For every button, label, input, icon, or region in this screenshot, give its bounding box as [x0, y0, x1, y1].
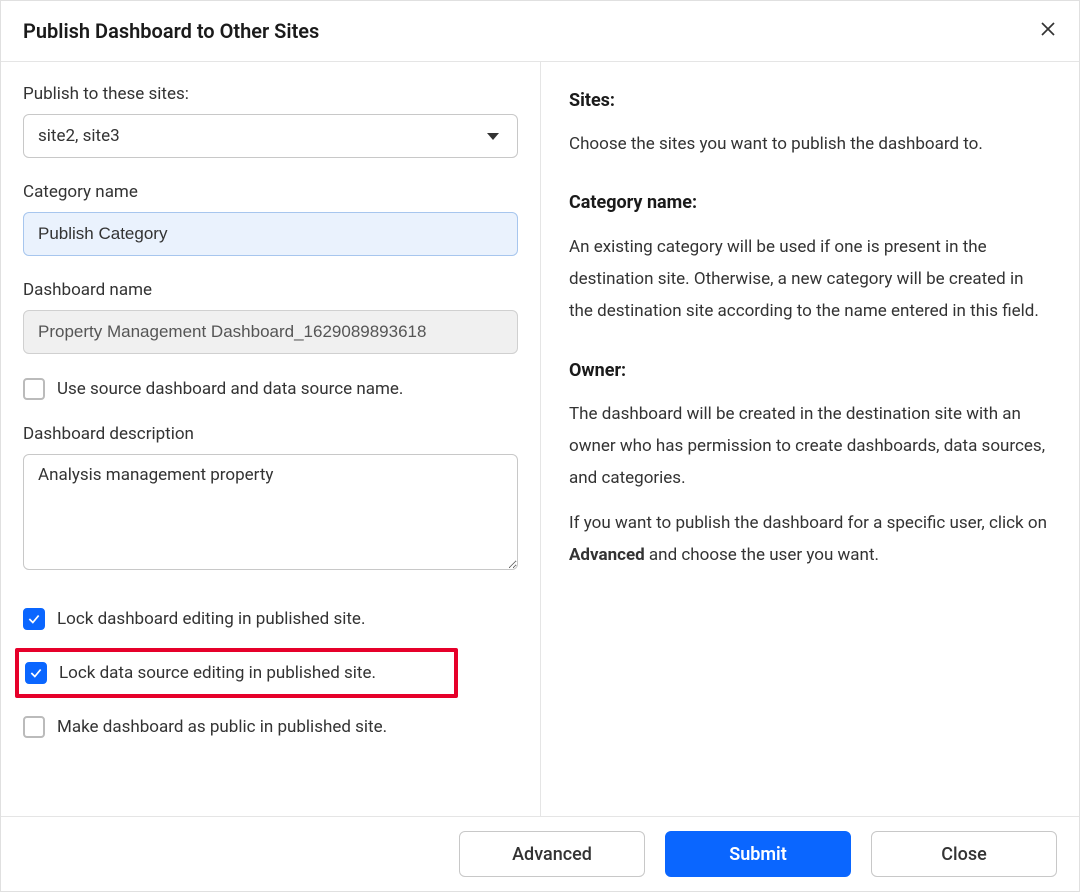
make-public-row: Make dashboard as public in published si…	[23, 710, 518, 744]
dashboard-name-label: Dashboard name	[23, 280, 518, 300]
help-owner-text2-strong: Advanced	[569, 545, 645, 565]
help-category-text: An existing category will be used if one…	[569, 231, 1049, 328]
help-sites-heading: Sites:	[569, 84, 1049, 118]
lock-datasource-highlight: Lock data source editing in published si…	[15, 648, 458, 698]
lock-datasource-checkbox[interactable]	[25, 662, 47, 684]
use-source-name-checkbox[interactable]	[23, 378, 45, 400]
help-owner-heading: Owner:	[569, 354, 1049, 388]
use-source-name-row: Use source dashboard and data source nam…	[23, 378, 518, 400]
use-source-name-label: Use source dashboard and data source nam…	[57, 379, 403, 399]
dialog-header: Publish Dashboard to Other Sites	[1, 1, 1079, 62]
make-public-checkbox[interactable]	[23, 716, 45, 738]
options-block: Lock dashboard editing in published site…	[23, 602, 518, 744]
category-group: Category name	[23, 182, 518, 256]
dialog-footer: Advanced Submit Close	[1, 816, 1079, 891]
sites-select[interactable]: site2, site3	[23, 114, 518, 158]
lock-dashboard-checkbox[interactable]	[23, 608, 45, 630]
sites-label: Publish to these sites:	[23, 84, 518, 104]
submit-button[interactable]: Submit	[665, 831, 851, 877]
help-panel: Sites: Choose the sites you want to publ…	[541, 62, 1079, 816]
help-category-heading: Category name:	[569, 186, 1049, 220]
form-panel: Publish to these sites: site2, site3 Cat…	[1, 62, 541, 816]
help-owner-text2: If you want to publish the dashboard for…	[569, 507, 1049, 572]
description-group: Dashboard description Analysis managemen…	[23, 424, 518, 574]
help-owner-text1: The dashboard will be created in the des…	[569, 398, 1049, 495]
make-public-label: Make dashboard as public in published si…	[57, 717, 387, 737]
help-sites-text: Choose the sites you want to publish the…	[569, 128, 1049, 160]
close-button[interactable]: Close	[871, 831, 1057, 877]
lock-dashboard-label: Lock dashboard editing in published site…	[57, 609, 365, 629]
description-textarea[interactable]: Analysis management property	[23, 454, 518, 570]
advanced-button[interactable]: Advanced	[459, 831, 645, 877]
category-label: Category name	[23, 182, 518, 202]
lock-datasource-row: Lock data source editing in published si…	[25, 662, 448, 684]
lock-dashboard-row: Lock dashboard editing in published site…	[23, 602, 518, 636]
help-owner-text2-pre: If you want to publish the dashboard for…	[569, 513, 1047, 533]
sites-group: Publish to these sites: site2, site3	[23, 84, 518, 158]
description-label: Dashboard description	[23, 424, 518, 444]
dashboard-name-group: Dashboard name	[23, 280, 518, 354]
lock-datasource-label: Lock data source editing in published si…	[59, 663, 376, 683]
close-icon[interactable]	[1039, 20, 1057, 42]
dashboard-name-input	[23, 310, 518, 354]
dialog-body: Publish to these sites: site2, site3 Cat…	[1, 62, 1079, 816]
sites-value: site2, site3	[38, 126, 120, 146]
dialog-title: Publish Dashboard to Other Sites	[23, 19, 319, 43]
help-owner-text2-post: and choose the user you want.	[645, 545, 879, 565]
chevron-down-icon	[487, 133, 499, 140]
category-input[interactable]	[23, 212, 518, 256]
publish-dialog: Publish Dashboard to Other Sites Publish…	[0, 0, 1080, 892]
